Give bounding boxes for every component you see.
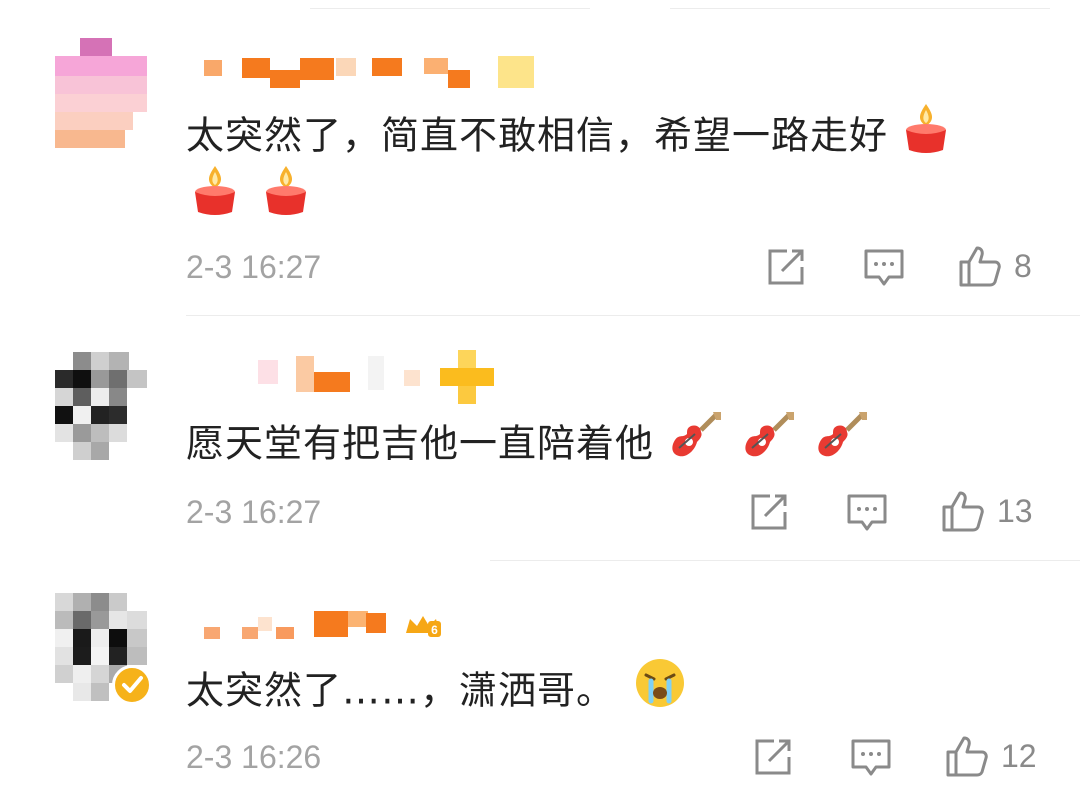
crying-face-icon <box>634 657 686 729</box>
level-badge: 6 <box>404 613 442 643</box>
reply-button[interactable] <box>863 247 905 289</box>
comment-text: 太突然了……，潇洒哥。 <box>186 657 686 729</box>
comment-text-content: 愿天堂有把吉他一直陪着他 <box>186 421 655 466</box>
comment-item: 太突然了，简直不敢相信，希望一路走好 2-3 16:27 8 <box>0 0 1080 300</box>
like-button[interactable]: 12 <box>945 734 1037 778</box>
comment-item: 愿天堂有把吉他一直陪着他 2-3 16:27 13 <box>0 340 1080 550</box>
timestamp: 2-3 16:27 <box>186 494 322 530</box>
comment-divider <box>186 315 1080 316</box>
guitar-icon <box>740 408 796 484</box>
comment-icon <box>864 249 904 286</box>
reply-button[interactable] <box>846 492 888 534</box>
username-obscured[interactable] <box>196 54 541 94</box>
comment-divider <box>490 560 1080 561</box>
crown-level-icon: 6 <box>406 616 441 637</box>
emoji-row <box>190 162 311 238</box>
comment-item: 6 太突然了……，潇洒哥。 2-3 16:26 12 <box>0 585 1080 803</box>
thumbs-up-icon <box>942 491 984 532</box>
share-icon <box>768 249 804 285</box>
verified-badge <box>112 665 152 705</box>
comment-text-content: 太突然了……，潇洒哥。 <box>186 668 616 713</box>
svg-text:6: 6 <box>431 623 438 637</box>
checkmark-icon <box>122 676 143 693</box>
avatar[interactable] <box>55 38 147 150</box>
candle-icon <box>901 100 951 176</box>
share-icon <box>751 494 787 530</box>
guitar-icon <box>667 408 723 484</box>
comment-text: 愿天堂有把吉他一直陪着他 <box>186 408 869 484</box>
timestamp: 2-3 16:27 <box>186 249 322 285</box>
comment-text-content: 太突然了，简直不敢相信，希望一路走好 <box>186 113 889 158</box>
guitar-icon <box>813 408 869 484</box>
repost-button[interactable] <box>765 247 807 287</box>
repost-button[interactable] <box>752 737 794 777</box>
like-count: 13 <box>997 492 1033 529</box>
repost-button[interactable] <box>748 492 790 532</box>
reply-button[interactable] <box>850 737 892 779</box>
avatar[interactable] <box>55 352 147 464</box>
like-button[interactable]: 13 <box>941 489 1033 533</box>
candle-icon <box>261 162 311 238</box>
like-button[interactable]: 8 <box>958 244 1032 288</box>
timestamp: 2-3 16:26 <box>186 739 322 775</box>
like-count: 8 <box>1014 247 1032 284</box>
thumbs-up-icon <box>946 736 988 777</box>
comment-icon <box>851 739 891 776</box>
share-icon <box>755 739 791 775</box>
candle-icon <box>190 162 240 238</box>
comment-icon <box>847 494 887 531</box>
username-obscured[interactable] <box>196 350 506 404</box>
like-count: 12 <box>1001 737 1037 774</box>
thumbs-up-icon <box>959 246 1001 287</box>
